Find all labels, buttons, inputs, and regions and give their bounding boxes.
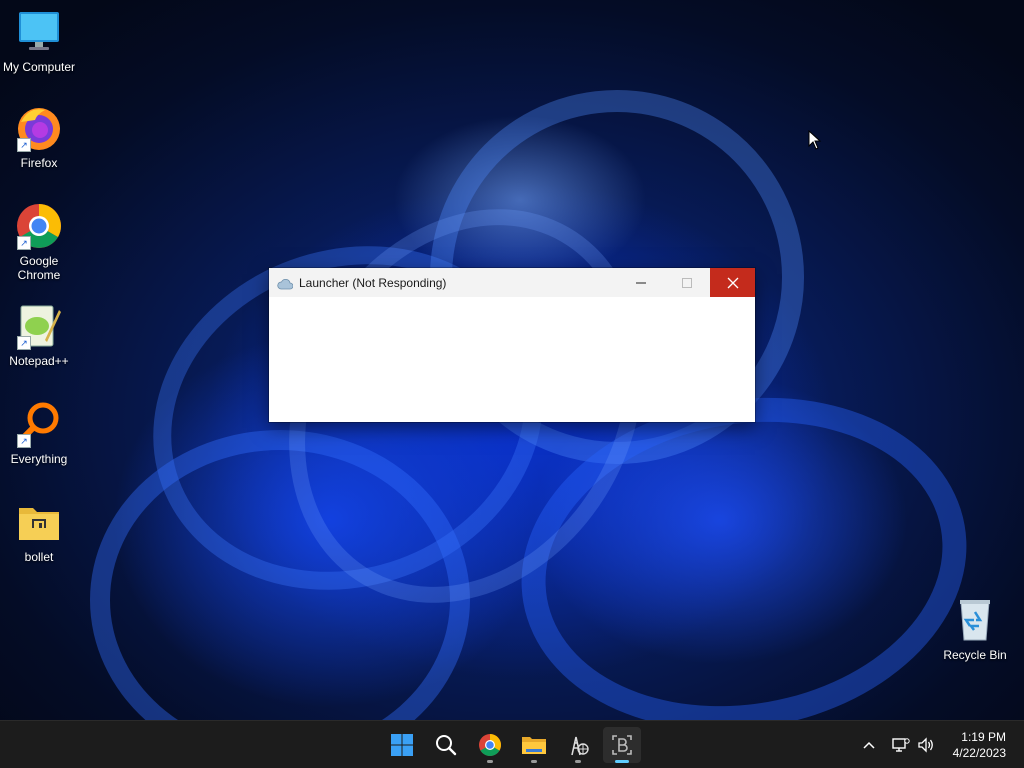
desktop-background: My Computer ↗ Firefox ↗ Google Chrome ↗ …: [0, 0, 1024, 720]
search-icon: [436, 735, 457, 756]
monitor-icon: [15, 8, 63, 56]
taskbar-file-explorer[interactable]: [515, 727, 553, 763]
minimize-button[interactable]: [618, 268, 663, 297]
clock-date: 4/22/2023: [952, 746, 1006, 760]
folder-icon: [522, 737, 546, 754]
taskbar-network-app[interactable]: [559, 727, 597, 763]
minimize-icon: [635, 282, 646, 283]
window-content: [269, 297, 755, 422]
chrome-icon: ↗: [15, 202, 63, 250]
desktop-icon-label: Everything: [10, 452, 68, 466]
desktop-icon-everything[interactable]: ↗ Everything: [1, 400, 77, 466]
wallpaper-swirl: [90, 430, 470, 720]
running-indicator: [531, 760, 537, 763]
launcher-window[interactable]: Launcher (Not Responding): [269, 268, 755, 422]
taskbar-launcher[interactable]: [603, 727, 641, 763]
desktop-icon-my-computer[interactable]: My Computer: [1, 8, 77, 74]
taskbar-clock[interactable]: 1:19 PM 4/22/2023: [953, 729, 1006, 761]
mouse-cursor-icon: [808, 129, 822, 150]
firefox-icon: ↗: [15, 104, 63, 152]
search-magnifier-icon: ↗: [15, 400, 63, 448]
desktop-icon-google-chrome[interactable]: ↗ Google Chrome: [1, 202, 77, 282]
desktop-icon-label: Notepad++: [9, 354, 69, 368]
running-indicator: [487, 760, 493, 763]
volume-button[interactable]: [916, 733, 936, 757]
taskbar: 1:19 PM 4/22/2023: [0, 720, 1024, 768]
window-title: Launcher (Not Responding): [299, 275, 447, 290]
desktop-icon-label: Google Chrome: [17, 254, 61, 282]
desktop-icon-bollet[interactable]: bollet: [1, 498, 77, 564]
chrome-icon: [479, 734, 501, 756]
start-button[interactable]: [383, 727, 421, 763]
clock-time: 1:19 PM: [961, 730, 1006, 744]
shortcut-arrow-icon: ↗: [17, 336, 31, 350]
desktop-icon-notepadpp[interactable]: ↗ Notepad++: [1, 302, 77, 368]
app-b-icon: [612, 735, 632, 755]
shortcut-arrow-icon: ↗: [17, 236, 31, 250]
maximize-button[interactable]: [664, 268, 709, 297]
desktop-icon-recycle-bin[interactable]: Recycle Bin: [937, 596, 1013, 662]
cloud-icon: [277, 277, 294, 289]
recycle-bin-icon: [951, 596, 999, 644]
desktop-icon-label: My Computer: [2, 60, 76, 74]
globe-tower-icon: [571, 736, 589, 756]
chevron-up-icon: [863, 741, 875, 749]
desktop-icon-label: Recycle Bin: [943, 648, 1007, 662]
show-hidden-icons-button[interactable]: [860, 733, 878, 757]
close-icon: [727, 277, 738, 288]
network-status-button[interactable]: [891, 733, 911, 757]
taskbar-chrome[interactable]: [471, 727, 509, 763]
folder-icon: [15, 498, 63, 546]
desktop-icon-label: bollet: [24, 550, 54, 564]
volume-icon: [918, 737, 933, 753]
maximize-icon: [681, 277, 692, 288]
running-indicator: [575, 760, 581, 763]
desktop-icon-firefox[interactable]: ↗ Firefox: [1, 104, 77, 170]
notepadpp-icon: ↗: [15, 302, 63, 350]
shortcut-arrow-icon: ↗: [17, 138, 31, 152]
windows-logo-icon: [391, 734, 413, 756]
close-button[interactable]: [710, 268, 755, 297]
network-icon: [892, 738, 910, 752]
active-indicator: [615, 760, 629, 763]
taskbar-search-button[interactable]: [427, 727, 465, 763]
shortcut-arrow-icon: ↗: [17, 434, 31, 448]
window-titlebar[interactable]: Launcher (Not Responding): [269, 268, 755, 297]
desktop-icon-label: Firefox: [20, 156, 58, 170]
